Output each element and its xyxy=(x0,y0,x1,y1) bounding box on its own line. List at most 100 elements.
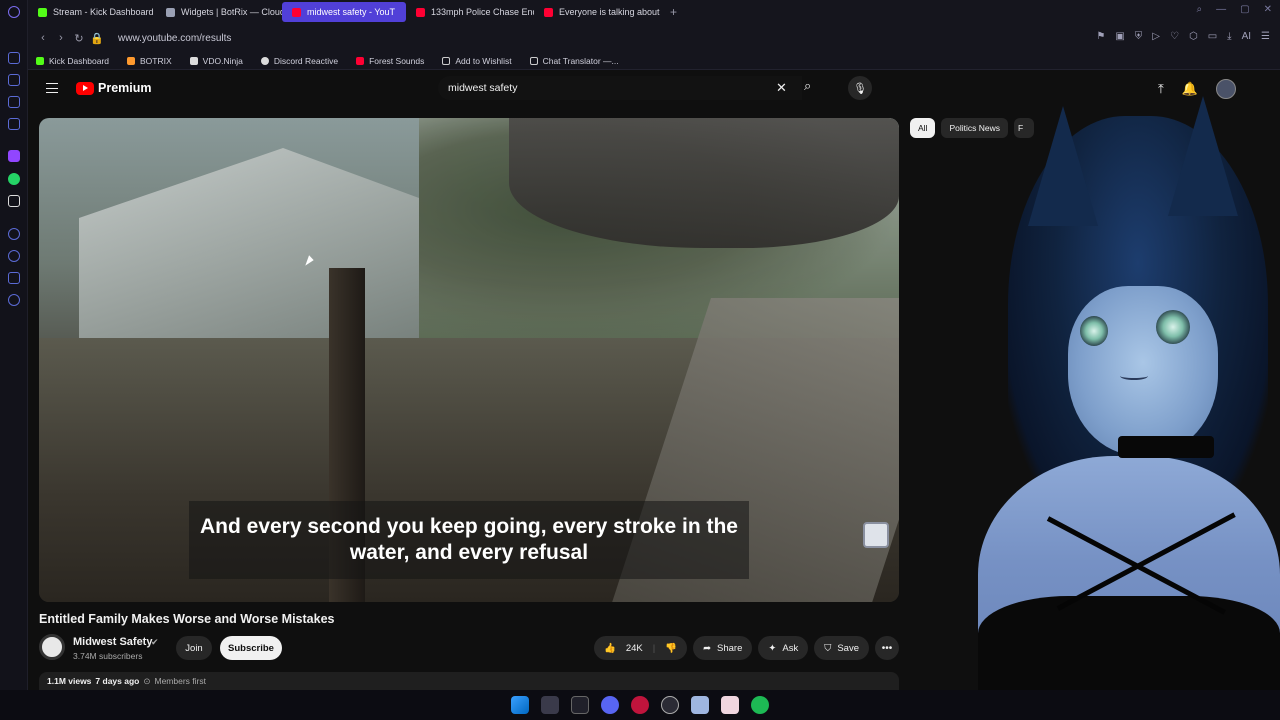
sidebar-app-icon[interactable] xyxy=(8,118,20,130)
twitch-icon[interactable] xyxy=(8,150,20,162)
back-icon[interactable]: ‹ xyxy=(34,32,52,44)
video-player[interactable]: And every second you keep going, every s… xyxy=(39,118,899,602)
bookmark-botrix[interactable]: BOTRIX xyxy=(127,56,172,66)
bookmark-vdo-ninja[interactable]: VDO.Ninja xyxy=(189,56,243,66)
download-icon[interactable]: ⤓ xyxy=(1227,31,1231,42)
clear-search-icon[interactable]: ✕ xyxy=(776,80,787,96)
vtuber-eye xyxy=(1080,316,1108,346)
minimize-icon[interactable]: — xyxy=(1216,4,1226,15)
play-icon[interactable]: ▷ xyxy=(1152,31,1160,42)
bookmark-icon[interactable]: ⚑ xyxy=(1096,31,1105,42)
tab-label: Widgets | BotRix — Cloud xyxy=(181,7,282,17)
view-count: 1.1M views xyxy=(47,676,92,686)
sidebar-app-icon[interactable] xyxy=(8,52,20,64)
x-app-icon[interactable] xyxy=(571,696,589,714)
share-button[interactable]: ➦ Share xyxy=(693,636,753,660)
bookmark-add-to-wishlist[interactable]: Add to Wishlist xyxy=(442,55,512,66)
youtube-premium-logo[interactable]: Premium xyxy=(76,81,152,95)
close-icon[interactable]: ✕ xyxy=(1264,4,1272,15)
search-tabs-icon[interactable]: ⌕ xyxy=(1197,4,1203,15)
tab-label: Stream - Kick Dashboard xyxy=(53,7,154,17)
new-tab-button[interactable]: + xyxy=(664,5,683,19)
tab-everyone-talking[interactable]: Everyone is talking about xyxy=(534,2,664,22)
microphone-icon[interactable]: 🎙 xyxy=(848,76,872,100)
pink-app-icon[interactable] xyxy=(721,696,739,714)
chip-all[interactable]: All xyxy=(910,118,936,138)
ask-button[interactable]: ✦ Ask xyxy=(758,636,809,660)
kick-icon xyxy=(38,7,47,17)
menu-icon[interactable]: ☰ xyxy=(1261,31,1270,42)
video-title: Entitled Family Makes Worse and Worse Mi… xyxy=(39,612,335,626)
botrix-icon xyxy=(166,7,175,17)
tab-label: 133mph Police Chase End xyxy=(431,7,534,17)
bookmark-kick-dashboard[interactable]: Kick Dashboard xyxy=(36,56,109,66)
channel-avatar[interactable] xyxy=(39,634,65,660)
upload-icon[interactable]: ⤒ xyxy=(1158,81,1164,97)
obs-icon[interactable] xyxy=(661,696,679,714)
reload-icon[interactable]: ↻ xyxy=(70,32,88,45)
search-icon[interactable]: ⌕ xyxy=(804,78,811,94)
vtube-studio-icon[interactable] xyxy=(691,696,709,714)
snipping-tool-icon[interactable] xyxy=(541,696,559,714)
address-bar: ‹ › ↻ 🔒 www.youtube.com/results ⚑ ▣ ⛨ ▷ … xyxy=(28,24,1280,52)
sidebar-app-icon[interactable] xyxy=(8,96,20,108)
aria-ai-button[interactable]: AI xyxy=(1242,31,1251,42)
youtube-logo-icon xyxy=(76,81,94,95)
wallet-icon[interactable]: ▭ xyxy=(1208,31,1217,42)
save-button[interactable]: ⛉ Save xyxy=(814,636,869,660)
sidebar-app-icon[interactable] xyxy=(8,228,20,240)
sidebar-app-icon[interactable] xyxy=(8,74,20,86)
sparkle-icon: ✦ xyxy=(768,642,777,654)
vtuber-face xyxy=(1068,286,1218,456)
bookmark-discord-reactive[interactable]: Discord Reactive xyxy=(260,56,338,66)
hamburger-menu-icon[interactable] xyxy=(46,83,58,93)
maximize-icon[interactable]: ▢ xyxy=(1240,4,1249,15)
page-icon xyxy=(442,56,451,65)
sidebar-app-icon[interactable] xyxy=(8,272,20,284)
opera-logo-icon[interactable] xyxy=(8,6,20,18)
more-options-icon[interactable]: ••• xyxy=(875,636,899,660)
save-label: Save xyxy=(837,642,859,654)
extensions-icon[interactable]: ⬡ xyxy=(1189,31,1198,42)
snapshot-icon[interactable]: ▣ xyxy=(1115,31,1124,42)
like-count[interactable]: 24K xyxy=(626,643,643,654)
subscribe-button[interactable]: Subscribe xyxy=(220,636,282,660)
whatsapp-icon[interactable] xyxy=(8,173,20,185)
thumbs-down-icon[interactable]: 👎 xyxy=(665,643,677,654)
tab-youtube-search[interactable]: midwest safety - YouT xyxy=(282,2,406,22)
bookmark-label: Add to Wishlist xyxy=(455,55,512,66)
tab-botrix-widgets[interactable]: Widgets | BotRix — Cloud xyxy=(156,2,282,22)
members-first-icon: ⊙ xyxy=(143,675,151,686)
members-first-label: Members first xyxy=(154,676,206,686)
shield-icon[interactable]: ⛨ xyxy=(1135,31,1143,42)
channel-watermark-icon[interactable] xyxy=(863,522,889,548)
settings-icon[interactable] xyxy=(8,294,20,306)
window-controls: ⌕ — ▢ ✕ xyxy=(1197,4,1272,15)
windows-start-icon[interactable] xyxy=(511,696,529,714)
url-field[interactable]: www.youtube.com/results xyxy=(118,33,231,44)
video-frame-arm xyxy=(509,118,899,248)
spotify-icon[interactable] xyxy=(751,696,769,714)
tab-label: midwest safety - YouT xyxy=(307,7,396,17)
thumbs-up-icon[interactable]: 👍 xyxy=(604,643,616,654)
forward-icon[interactable]: › xyxy=(52,32,70,44)
tab-police-chase[interactable]: 133mph Police Chase End xyxy=(406,2,534,22)
heart-icon[interactable]: ♡ xyxy=(1170,31,1179,42)
join-button[interactable]: Join xyxy=(176,636,212,660)
sidebar-app-icon[interactable] xyxy=(8,250,20,262)
tab-kick-dashboard[interactable]: Stream - Kick Dashboard xyxy=(28,2,156,22)
opera-gx-icon[interactable] xyxy=(631,696,649,714)
notifications-bell-icon[interactable]: 🔔 xyxy=(1182,81,1198,97)
vtuber-mouth xyxy=(1120,372,1148,380)
verified-check-icon: ✔ xyxy=(151,637,159,647)
x-icon[interactable] xyxy=(8,195,20,207)
discord-icon[interactable] xyxy=(601,696,619,714)
video-actions: 👍 24K | 👎 ➦ Share ✦ Ask ⛉ Save ••• xyxy=(594,636,899,660)
bookmark-chat-translator[interactable]: Chat Translator —... xyxy=(529,56,619,66)
channel-name[interactable]: Midwest Safety xyxy=(73,636,152,648)
bookmark-forest-sounds[interactable]: Forest Sounds xyxy=(356,56,424,66)
tab-label: Everyone is talking about xyxy=(559,7,660,17)
search-input[interactable]: midwest safety xyxy=(438,76,802,100)
upload-age: 7 days ago xyxy=(95,676,140,686)
video-description-header[interactable]: 1.1M views 7 days ago ⊙ Members first xyxy=(39,672,899,690)
